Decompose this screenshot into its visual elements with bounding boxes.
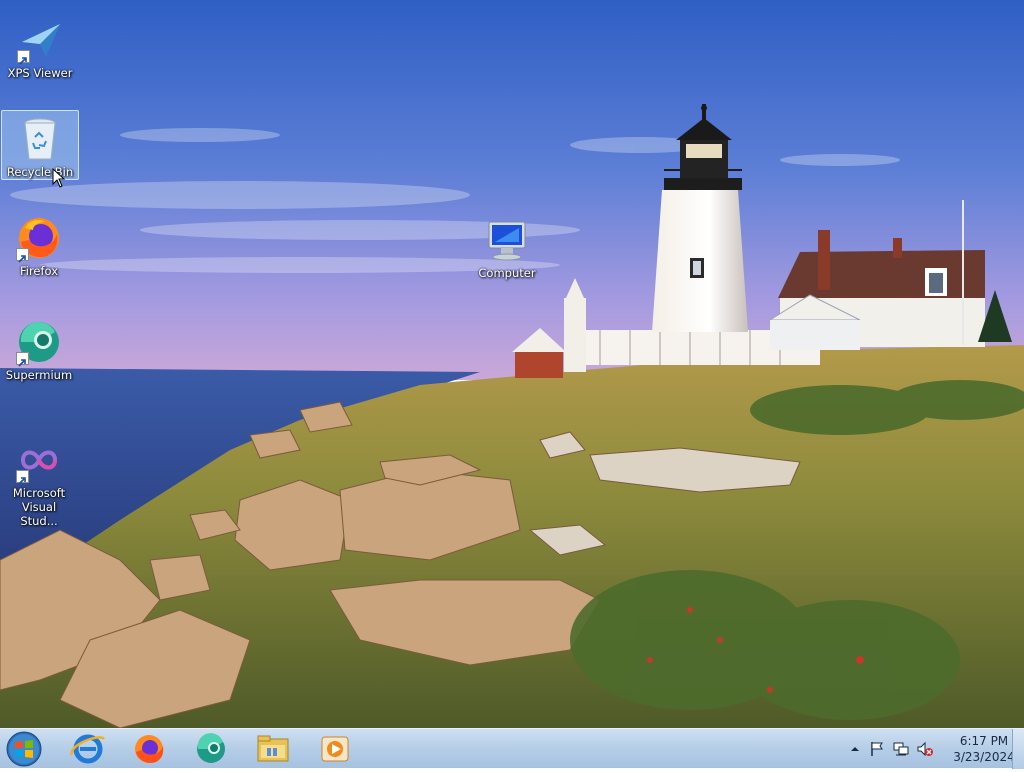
windows-logo-icon xyxy=(6,731,42,767)
computer-icon xyxy=(483,216,531,264)
show-desktop-button[interactable] xyxy=(1012,729,1024,769)
clock[interactable]: 6:17 PM 3/23/2024 xyxy=(952,733,1016,765)
desktop-icon-recycle-bin[interactable]: Recycle Bin xyxy=(1,110,79,180)
shortcut-arrow-icon xyxy=(16,470,29,485)
start-button[interactable] xyxy=(4,730,44,768)
flag-icon xyxy=(871,742,883,756)
firefox-icon xyxy=(15,214,63,263)
desktop-wallpaper xyxy=(0,0,1024,728)
taskbar-firefox[interactable] xyxy=(127,731,171,767)
desktop-icon-label: Computer xyxy=(478,266,536,280)
show-hidden-icons-button[interactable] xyxy=(846,740,864,758)
supermium-icon xyxy=(15,318,63,367)
speaker-muted-icon xyxy=(917,741,933,757)
desktop-icon-supermium[interactable]: Supermium xyxy=(1,314,77,382)
desktop-icon-label: Microsoft Visual Stud... xyxy=(12,486,66,528)
xps-viewer-icon xyxy=(16,16,64,65)
taskbar-media-player[interactable] xyxy=(313,731,357,767)
clock-time: 6:17 PM xyxy=(959,734,1009,748)
taskbar-supermium[interactable] xyxy=(189,731,233,767)
taskbar-internet-explorer[interactable] xyxy=(66,731,110,767)
taskbar-file-explorer[interactable] xyxy=(251,731,295,767)
action-center-icon[interactable] xyxy=(868,740,886,758)
supermium-icon xyxy=(197,733,225,763)
firefox-icon xyxy=(135,735,164,763)
desktop-icon-computer[interactable]: Computer xyxy=(469,212,545,280)
visual-studio-icon xyxy=(15,436,63,485)
desktop-icon-label: Supermium xyxy=(5,368,73,382)
desktop-icon-firefox[interactable]: Firefox xyxy=(1,210,77,278)
desktop-icon-label: Firefox xyxy=(19,264,59,278)
shortcut-arrow-icon xyxy=(16,248,29,263)
shortcut-arrow-icon xyxy=(16,352,29,367)
shortcut-arrow-icon xyxy=(17,50,30,65)
file-explorer-icon xyxy=(257,735,289,762)
media-player-icon xyxy=(321,736,349,762)
notification-area: 6:17 PM 3/23/2024 xyxy=(834,729,1024,769)
network-icon[interactable] xyxy=(892,740,910,758)
recycle-bin-icon xyxy=(16,115,64,163)
desktop-icon-label: Recycle Bin xyxy=(6,165,74,179)
volume-muted-icon[interactable] xyxy=(916,740,934,758)
desktop-icon-visual-studio[interactable]: Microsoft Visual Stud... xyxy=(1,432,77,528)
desktop-icon-xps-viewer[interactable]: XPS Viewer xyxy=(2,12,78,80)
network-icon-glyph xyxy=(893,742,909,756)
mouse-cursor-icon xyxy=(52,168,66,188)
taskbar: 6:17 PM 3/23/2024 xyxy=(0,728,1024,769)
desktop[interactable]: XPS Viewer Recycle Bin Firefox Supermium… xyxy=(0,0,1024,728)
internet-explorer-icon xyxy=(70,734,106,764)
clock-date: 3/23/2024 xyxy=(953,750,1015,764)
desktop-icon-label: XPS Viewer xyxy=(7,66,73,80)
chevron-up-icon xyxy=(851,747,859,751)
